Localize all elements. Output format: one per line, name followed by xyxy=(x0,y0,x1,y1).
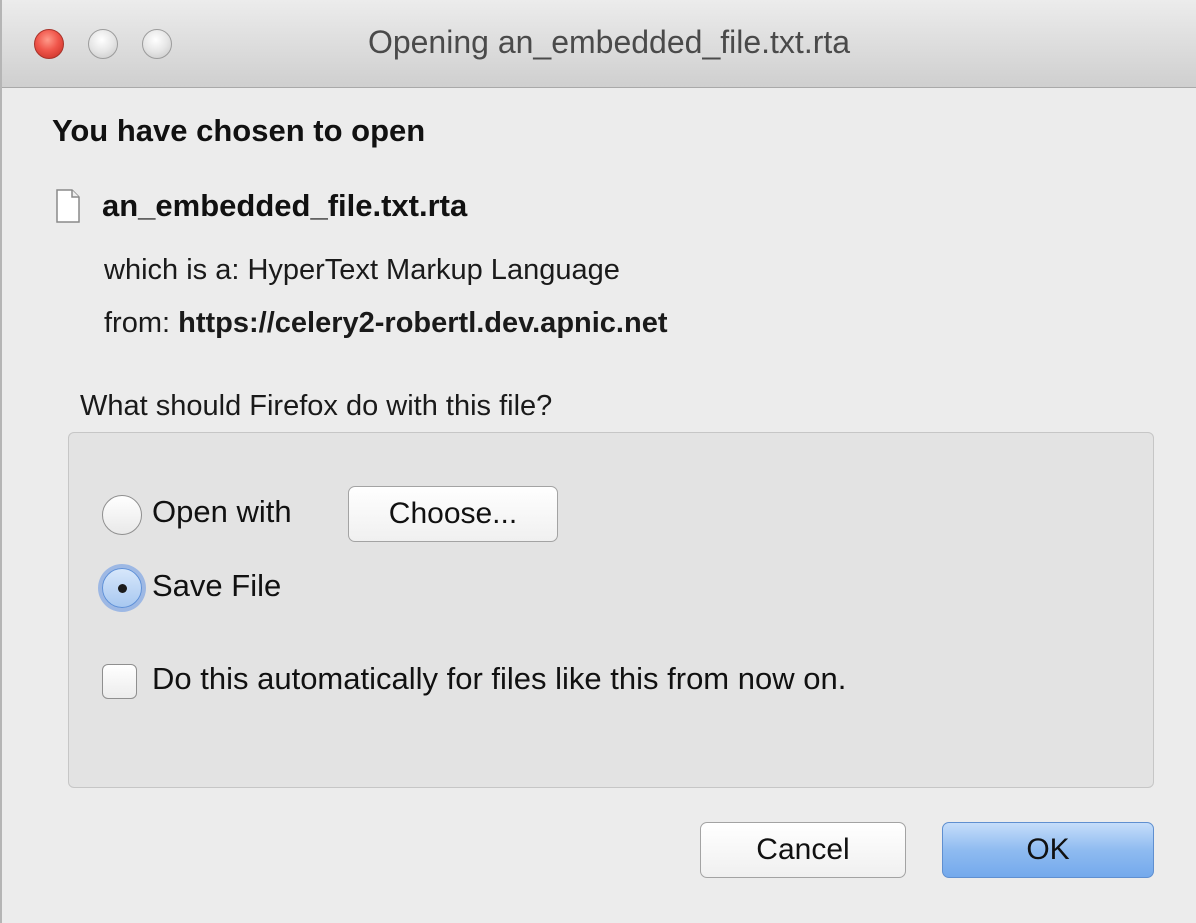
window-title: Opening an_embedded_file.txt.rta xyxy=(367,24,851,60)
file-source-label: from: xyxy=(104,307,179,339)
title-bar[interactable]: Opening an_embedded_file.txt.rta xyxy=(2,0,1196,88)
dialog-heading: You have chosen to open xyxy=(52,113,426,148)
file-type-line: which is a: HyperText Markup Language xyxy=(104,254,620,287)
options-group xyxy=(68,432,1154,788)
cancel-button[interactable]: Cancel xyxy=(700,822,906,878)
file-row: an_embedded_file.txt.rta xyxy=(56,186,467,226)
open-with-label[interactable]: Open with xyxy=(152,494,292,530)
file-name: an_embedded_file.txt.rta xyxy=(102,188,468,223)
auto-action-checkbox[interactable] xyxy=(102,664,137,699)
file-source-line: from: https://celery2-robertl.dev.apnic.… xyxy=(104,307,668,340)
save-file-radio[interactable] xyxy=(102,568,142,608)
ok-button[interactable]: OK xyxy=(942,822,1154,878)
file-source-url: https://celery2-robertl.dev.apnic.net xyxy=(178,307,668,339)
action-question: What should Firefox do with this file? xyxy=(80,390,553,422)
auto-action-label[interactable]: Do this automatically for files like thi… xyxy=(152,661,846,697)
file-icon xyxy=(56,189,80,223)
file-type-label: which is a: xyxy=(104,254,248,286)
download-dialog-window: Opening an_embedded_file.txt.rta You hav… xyxy=(0,0,1196,923)
open-with-radio[interactable] xyxy=(102,495,142,535)
choose-app-button[interactable]: Choose... xyxy=(348,486,558,542)
save-file-label[interactable]: Save File xyxy=(152,568,281,604)
file-type-value: HyperText Markup Language xyxy=(247,254,620,286)
radio-selected-dot xyxy=(118,584,127,593)
